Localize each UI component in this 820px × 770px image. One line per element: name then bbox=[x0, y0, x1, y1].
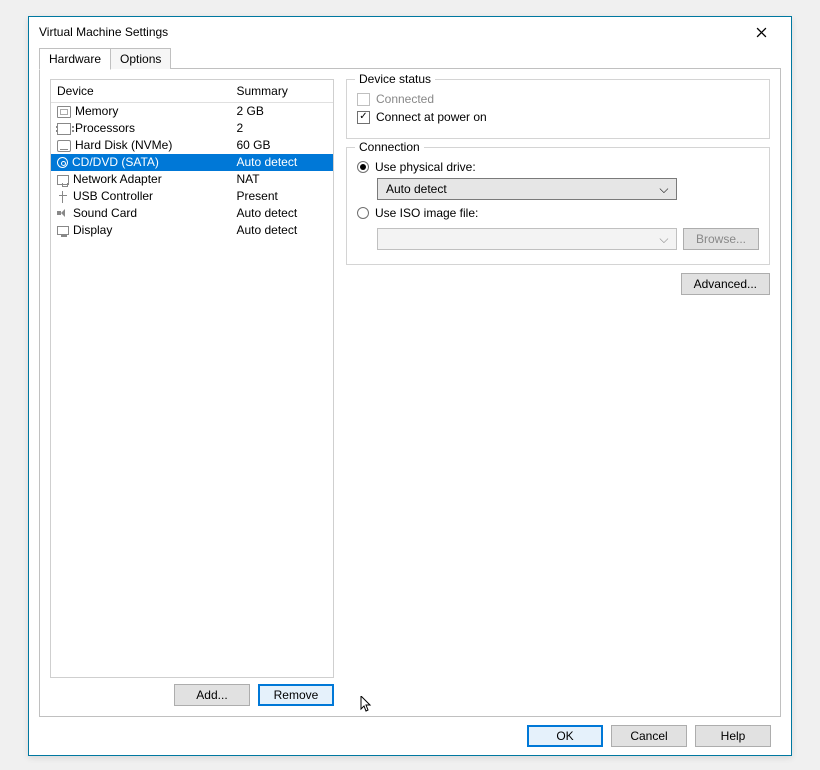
device-name: Memory bbox=[75, 104, 118, 118]
left-buttons: Add... Remove bbox=[50, 684, 334, 706]
radio-icon bbox=[357, 207, 369, 219]
device-row[interactable]: Display Auto detect bbox=[51, 222, 333, 239]
physical-drive-combo[interactable]: Auto detect ⌵ bbox=[377, 178, 677, 200]
device-name: CD/DVD (SATA) bbox=[72, 155, 159, 169]
hdd-icon bbox=[57, 140, 71, 152]
device-summary: 2 bbox=[230, 120, 333, 137]
disc-icon bbox=[57, 157, 68, 168]
group-connection: Connection Use physical drive: Auto dete… bbox=[346, 147, 770, 265]
checkbox-icon bbox=[357, 93, 370, 106]
window-title: Virtual Machine Settings bbox=[39, 25, 168, 39]
device-name: Network Adapter bbox=[73, 172, 162, 186]
device-row[interactable]: USB Controller Present bbox=[51, 188, 333, 205]
right-column: Device status Connected ✓ Connect at pow… bbox=[334, 79, 770, 706]
dialog-window: Virtual Machine Settings Hardware Option… bbox=[28, 16, 792, 756]
dialog-body: Hardware Options Device Summary Memory 2 … bbox=[29, 47, 791, 755]
titlebar: Virtual Machine Settings bbox=[29, 17, 791, 47]
left-column: Device Summary Memory2 GBProcessors2Hard… bbox=[50, 79, 334, 706]
device-name: Processors bbox=[75, 121, 135, 135]
ok-button[interactable]: OK bbox=[527, 725, 603, 747]
use-iso-radio[interactable]: Use ISO image file: bbox=[357, 206, 759, 220]
tabstrip: Hardware Options bbox=[39, 47, 781, 69]
tab-options[interactable]: Options bbox=[110, 48, 171, 69]
use-physical-drive-label: Use physical drive: bbox=[375, 160, 476, 174]
physical-drive-value: Auto detect bbox=[386, 182, 447, 196]
tab-panel: Device Summary Memory2 GBProcessors2Hard… bbox=[39, 68, 781, 717]
checkbox-icon: ✓ bbox=[357, 111, 370, 124]
device-list[interactable]: Device Summary Memory2 GBProcessors2Hard… bbox=[50, 79, 334, 678]
close-icon bbox=[756, 27, 767, 38]
device-row[interactable]: Memory 2 GB bbox=[51, 103, 333, 120]
help-button[interactable]: Help bbox=[695, 725, 771, 747]
device-summary: Auto detect bbox=[230, 205, 333, 222]
usb-icon bbox=[57, 191, 69, 203]
connect-at-power-on-label: Connect at power on bbox=[376, 110, 487, 124]
advanced-row: Advanced... bbox=[346, 273, 770, 295]
cancel-button[interactable]: Cancel bbox=[611, 725, 687, 747]
display-icon bbox=[57, 226, 69, 235]
net-icon bbox=[57, 175, 69, 185]
dialog-button-bar: OK Cancel Help bbox=[39, 717, 781, 747]
device-name: Sound Card bbox=[73, 206, 137, 220]
memory-icon bbox=[57, 106, 71, 118]
iso-path-combo: ⌵ bbox=[377, 228, 677, 250]
device-summary: Auto detect bbox=[230, 222, 333, 239]
chevron-down-icon: ⌵ bbox=[656, 232, 672, 247]
radio-icon bbox=[357, 161, 369, 173]
device-row[interactable]: Network Adapter NAT bbox=[51, 171, 333, 188]
device-name: USB Controller bbox=[73, 189, 153, 203]
device-status-legend: Device status bbox=[355, 72, 435, 86]
connected-label: Connected bbox=[376, 92, 434, 106]
device-row[interactable]: Processors 2 bbox=[51, 120, 333, 137]
connect-at-power-on-checkbox[interactable]: ✓ Connect at power on bbox=[357, 110, 759, 124]
device-name: Hard Disk (NVMe) bbox=[75, 138, 172, 152]
advanced-button[interactable]: Advanced... bbox=[681, 273, 770, 295]
group-device-status: Device status Connected ✓ Connect at pow… bbox=[346, 79, 770, 139]
chevron-down-icon: ⌵ bbox=[656, 182, 672, 197]
col-device[interactable]: Device bbox=[51, 80, 230, 103]
device-name: Display bbox=[73, 223, 112, 237]
cpu-icon bbox=[57, 123, 71, 135]
device-summary: Present bbox=[230, 188, 333, 205]
tab-hardware[interactable]: Hardware bbox=[39, 48, 111, 70]
close-button[interactable] bbox=[741, 18, 781, 46]
connection-legend: Connection bbox=[355, 140, 424, 154]
sound-icon bbox=[57, 208, 69, 220]
device-summary: Auto detect bbox=[230, 154, 333, 171]
browse-button: Browse... bbox=[683, 228, 759, 250]
use-iso-label: Use ISO image file: bbox=[375, 206, 478, 220]
use-physical-drive-radio[interactable]: Use physical drive: bbox=[357, 160, 759, 174]
device-row[interactable]: Sound Card Auto detect bbox=[51, 205, 333, 222]
device-summary: NAT bbox=[230, 171, 333, 188]
device-row[interactable]: Hard Disk (NVMe) 60 GB bbox=[51, 137, 333, 154]
remove-button[interactable]: Remove bbox=[258, 684, 334, 706]
add-button[interactable]: Add... bbox=[174, 684, 250, 706]
device-summary: 2 GB bbox=[230, 103, 333, 120]
connected-checkbox: Connected bbox=[357, 92, 759, 106]
col-summary[interactable]: Summary bbox=[230, 80, 333, 103]
device-summary: 60 GB bbox=[230, 137, 333, 154]
device-row[interactable]: CD/DVD (SATA) Auto detect bbox=[51, 154, 333, 171]
